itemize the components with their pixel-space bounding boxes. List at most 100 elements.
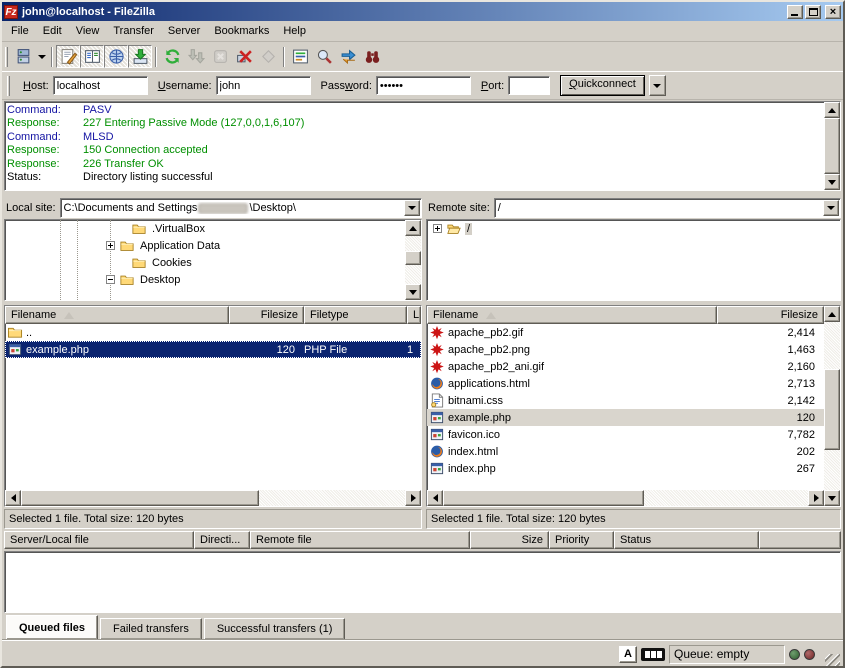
remote-list-vscrollbar[interactable] <box>824 306 840 506</box>
remote-site-dropdown[interactable] <box>823 200 839 216</box>
column-header-direction[interactable]: Directi... <box>194 531 250 549</box>
column-header-lastmodified[interactable]: L <box>407 306 421 324</box>
sort-ascending-icon <box>64 312 74 319</box>
column-header-filesize[interactable]: Filesize <box>717 306 824 324</box>
menu-server[interactable]: Server <box>161 23 207 39</box>
tree-item-desktop[interactable]: Desktop <box>5 271 421 288</box>
username-input[interactable] <box>216 76 311 95</box>
tree-item-virtualbox[interactable]: .VirtualBox <box>5 220 421 237</box>
port-input[interactable] <box>508 76 550 95</box>
local-tree-scrollbar[interactable] <box>405 220 421 300</box>
scroll-down-button[interactable] <box>824 174 840 190</box>
menu-transfer[interactable]: Transfer <box>106 23 161 39</box>
file-row-example-php[interactable]: example.php 120 PHP File 1 <box>5 341 421 358</box>
tab-queued-files[interactable]: Queued files <box>6 615 98 639</box>
local-site-dropdown[interactable] <box>404 200 420 216</box>
scroll-right-button[interactable] <box>808 490 824 506</box>
process-queue-button[interactable] <box>184 45 208 68</box>
maximize-button[interactable] <box>805 5 821 19</box>
tree-item-application-data[interactable]: Application Data <box>5 237 421 254</box>
scroll-down-button[interactable] <box>824 490 840 506</box>
scroll-up-button[interactable] <box>405 220 421 236</box>
refresh-button[interactable] <box>160 45 184 68</box>
titlebar[interactable]: Fz john@localhost - FileZilla × <box>2 2 843 21</box>
remote-directory-tree: / <box>426 219 841 301</box>
cancel-operation-button[interactable] <box>208 45 232 68</box>
disconnect-button[interactable] <box>232 45 256 68</box>
scrollbar-thumb[interactable] <box>443 490 644 506</box>
filezilla-logo-icon: Fz <box>4 5 18 19</box>
scroll-left-button[interactable] <box>5 490 21 506</box>
icon-file-icon <box>429 427 445 442</box>
column-header-status[interactable]: Status <box>614 531 759 549</box>
column-header-size[interactable]: Size <box>470 531 549 549</box>
expand-icon[interactable] <box>433 224 442 233</box>
tree-item-cookies[interactable]: Cookies <box>5 254 421 271</box>
scrollbar-thumb[interactable] <box>824 369 840 450</box>
collapse-icon[interactable] <box>106 275 115 284</box>
remote-list-hscrollbar[interactable] <box>427 490 824 506</box>
toggle-local-tree-button[interactable] <box>80 45 104 68</box>
directory-listing-filters-button[interactable] <box>288 45 312 68</box>
tab-successful-transfers[interactable]: Successful transfers (1) <box>204 618 346 639</box>
close-button[interactable]: × <box>825 5 841 19</box>
menu-edit[interactable]: Edit <box>36 23 69 39</box>
column-header-filesize[interactable]: Filesize <box>229 306 304 324</box>
file-row[interactable]: index.html 202 <box>427 443 824 460</box>
column-header-filetype[interactable]: Filetype <box>304 306 407 324</box>
tree-item-root[interactable]: / <box>427 220 840 237</box>
remote-tree-icon <box>108 48 125 65</box>
quickconnect-grip[interactable] <box>7 76 10 96</box>
scroll-left-button[interactable] <box>427 490 443 506</box>
file-row[interactable]: applications.html 2,713 <box>427 375 824 392</box>
tab-failed-transfers[interactable]: Failed transfers <box>100 618 202 639</box>
expand-icon[interactable] <box>106 241 115 250</box>
quickconnect-button[interactable]: Quickconnect <box>560 75 645 96</box>
minimize-button[interactable] <box>787 5 803 19</box>
site-manager-button[interactable] <box>11 45 35 68</box>
scroll-up-button[interactable] <box>824 306 840 322</box>
toggle-transfer-queue-button[interactable] <box>128 45 152 68</box>
file-row[interactable]: apache_pb2.gif 2,414 <box>427 324 824 341</box>
menu-view[interactable]: View <box>69 23 107 39</box>
scrollbar-thumb[interactable] <box>405 251 421 265</box>
scrollbar-thumb[interactable] <box>824 118 840 174</box>
file-row[interactable]: index.php 267 <box>427 460 824 477</box>
host-input[interactable] <box>53 76 148 95</box>
remote-site-combobox[interactable]: / <box>494 198 841 218</box>
file-row-parent-dir[interactable]: .. <box>5 324 421 341</box>
quickconnect-dropdown[interactable] <box>649 75 666 96</box>
toolbar-grip[interactable] <box>5 47 8 67</box>
file-row-example-php[interactable]: example.php 120 <box>427 409 824 426</box>
site-manager-dropdown[interactable] <box>35 45 48 68</box>
directory-comparison-button[interactable] <box>312 45 336 68</box>
log-scrollbar[interactable] <box>824 102 840 190</box>
file-row[interactable]: apache_pb2.png 1,463 <box>427 341 824 358</box>
menu-help[interactable]: Help <box>276 23 313 39</box>
local-list-hscrollbar[interactable] <box>5 490 421 506</box>
file-row[interactable]: bitnami.css 2,142 <box>427 392 824 409</box>
reconnect-button[interactable] <box>256 45 280 68</box>
column-header-filename[interactable]: Filename <box>427 306 717 324</box>
column-header-filename[interactable]: Filename <box>5 306 229 324</box>
scroll-down-button[interactable] <box>405 284 421 300</box>
menu-bookmarks[interactable]: Bookmarks <box>207 23 276 39</box>
file-row[interactable]: favicon.ico 7,782 <box>427 426 824 443</box>
arrow-up-icon <box>828 108 836 113</box>
menu-file[interactable]: File <box>4 23 36 39</box>
column-header-remote-file[interactable]: Remote file <box>250 531 470 549</box>
scrollbar-thumb[interactable] <box>21 490 259 506</box>
resize-grip[interactable] <box>825 654 840 668</box>
scroll-right-button[interactable] <box>405 490 421 506</box>
toggle-remote-tree-button[interactable] <box>104 45 128 68</box>
column-header-server-local-file[interactable]: Server/Local file <box>4 531 194 549</box>
log-line: Response:226 Transfer OK <box>7 158 822 171</box>
scroll-up-button[interactable] <box>824 102 840 118</box>
synchronized-browsing-button[interactable] <box>336 45 360 68</box>
file-row[interactable]: apache_pb2_ani.gif 2,160 <box>427 358 824 375</box>
column-header-priority[interactable]: Priority <box>549 531 614 549</box>
password-input[interactable] <box>376 76 471 95</box>
local-site-combobox[interactable]: C:\Documents and Settings\Desktop\ <box>60 198 422 218</box>
toggle-message-log-button[interactable] <box>56 45 80 68</box>
find-files-button[interactable] <box>360 45 384 68</box>
